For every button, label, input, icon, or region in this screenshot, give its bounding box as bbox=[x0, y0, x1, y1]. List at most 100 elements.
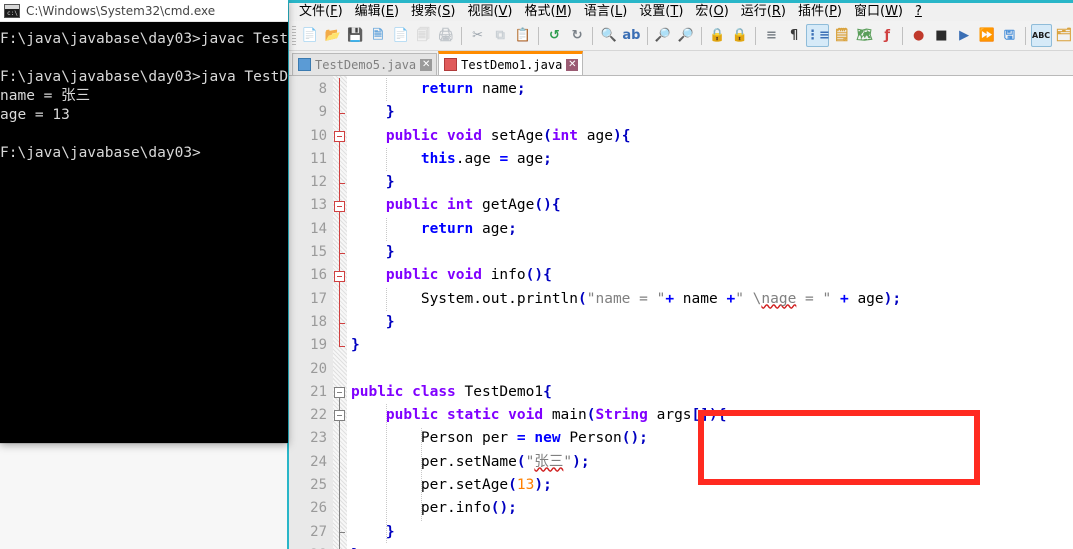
cmd-icon: c:\ bbox=[4, 3, 20, 18]
fold-collapse-box[interactable] bbox=[334, 387, 345, 399]
sync-horizontal-icon[interactable]: 🔒 bbox=[730, 24, 751, 47]
close-all-icon[interactable]: 🗐 bbox=[413, 24, 434, 47]
close-file-icon[interactable]: 📄 bbox=[390, 24, 411, 47]
zoom-out-icon[interactable]: 🔎 bbox=[675, 24, 696, 47]
code-text-area[interactable]: return name; } public void setAge(int ag… bbox=[347, 76, 1073, 549]
code-line[interactable]: Person per = new Person(); bbox=[347, 427, 1073, 450]
find-icon[interactable]: 🔍 bbox=[598, 24, 619, 47]
code-line[interactable]: System.out.println("name = "+ name +" \n… bbox=[347, 288, 1073, 311]
show-doc-map-icon[interactable]: 🗺 bbox=[854, 24, 875, 47]
macro-playmulti-icon[interactable]: ⏩ bbox=[976, 24, 997, 47]
line-number: 17 bbox=[310, 290, 327, 307]
code-line[interactable]: } bbox=[347, 241, 1073, 264]
code-line[interactable]: this.age = age; bbox=[347, 148, 1073, 171]
code-line[interactable]: } bbox=[347, 521, 1073, 544]
spell-check-icon[interactable]: ABC bbox=[1030, 24, 1052, 47]
show-all-chars-icon[interactable]: ¶ bbox=[784, 24, 805, 47]
paste-icon-glyph: 📋 bbox=[514, 28, 531, 43]
code-line[interactable]: public static void main(String args[]){ bbox=[347, 404, 1073, 427]
print-icon[interactable]: 🖨 bbox=[436, 24, 457, 47]
save-all-icon[interactable]: 🗎 bbox=[368, 24, 389, 47]
code-line[interactable]: per.setAge(13); bbox=[347, 474, 1073, 497]
code-line[interactable]: per.info(); bbox=[347, 497, 1073, 520]
fold-collapse-box[interactable] bbox=[334, 200, 345, 212]
cmd-console-output[interactable]: F:\java\javabase\day03>javac TestDemo1.j… bbox=[0, 22, 288, 443]
fold-collapse-box[interactable] bbox=[334, 410, 345, 422]
copy-icon[interactable]: ⧉ bbox=[490, 24, 511, 47]
code-line[interactable]: public int getAge(){ bbox=[347, 194, 1073, 217]
code-line[interactable]: } bbox=[347, 334, 1073, 357]
macro-stop-icon[interactable]: ■ bbox=[931, 24, 952, 47]
tab-2[interactable]: TestDemo1.java ✕ bbox=[438, 51, 584, 75]
menu-item-3[interactable]: 视图(V) bbox=[461, 3, 518, 22]
code-line[interactable] bbox=[347, 358, 1073, 381]
menu-mnemonic: F bbox=[330, 3, 338, 19]
menu-item-7[interactable]: 宏(O) bbox=[689, 3, 734, 22]
code-line[interactable]: public void info(){ bbox=[347, 264, 1073, 287]
code-line[interactable]: return name; bbox=[347, 78, 1073, 101]
code-line[interactable]: per.setName("张三"); bbox=[347, 451, 1073, 474]
macro-record-icon-glyph: ● bbox=[913, 28, 925, 43]
user-defined-dialog-icon-glyph: 🗒 bbox=[833, 28, 851, 43]
close-all-icon-glyph: 🗐 bbox=[416, 28, 430, 43]
menu-item-1[interactable]: 编辑(E) bbox=[349, 3, 405, 22]
menu-item-2[interactable]: 搜索(S) bbox=[405, 3, 461, 22]
word-wrap-icon[interactable]: ≡ bbox=[761, 24, 782, 47]
line-number: 27 bbox=[310, 523, 327, 540]
cmd-title-text: C:\Windows\System32\cmd.exe bbox=[26, 3, 216, 18]
tab-close-button[interactable]: ✕ bbox=[566, 58, 579, 71]
console-line: F:\java\javabase\day03>java TestDemo1 bbox=[0, 69, 288, 85]
code-line[interactable]: public void setAge(int age){ bbox=[347, 125, 1073, 148]
undo-icon-glyph: ↺ bbox=[549, 28, 560, 43]
line-number: 19 bbox=[310, 337, 327, 354]
zoom-in-icon[interactable]: 🔎 bbox=[653, 24, 674, 47]
menu-item-9[interactable]: 插件(P) bbox=[792, 3, 848, 22]
fold-end-corner bbox=[339, 345, 345, 347]
user-defined-dialog-icon[interactable]: 🗒 bbox=[831, 24, 852, 47]
show-all-chars-icon-glyph: ¶ bbox=[789, 28, 799, 43]
code-line[interactable]: } bbox=[347, 101, 1073, 124]
indent-guide-icon[interactable]: ⋮≡ bbox=[806, 24, 830, 47]
menu-item-6[interactable]: 设置(T) bbox=[633, 3, 689, 22]
command-prompt-window[interactable]: c:\ C:\Windows\System32\cmd.exe F:\java\… bbox=[0, 0, 288, 443]
code-line[interactable]: } bbox=[347, 171, 1073, 194]
menu-item-8[interactable]: 运行(R) bbox=[735, 3, 792, 22]
undo-icon[interactable]: ↺ bbox=[544, 24, 565, 47]
replace-icon-glyph: ab bbox=[622, 28, 641, 43]
code-line[interactable]: public class TestDemo1{ bbox=[347, 381, 1073, 404]
menu-item-0[interactable]: 文件(F) bbox=[293, 3, 349, 22]
toolbar-grip[interactable] bbox=[292, 25, 296, 46]
macro-record-icon[interactable]: ● bbox=[908, 24, 929, 47]
tab-close-button[interactable]: ✕ bbox=[420, 58, 433, 71]
menu-item-10[interactable]: 窗口(W) bbox=[848, 3, 909, 22]
fold-collapse-box[interactable] bbox=[334, 130, 345, 142]
open-file-icon[interactable]: 📂 bbox=[322, 24, 343, 47]
macro-play-icon[interactable]: ▶ bbox=[954, 24, 975, 47]
paste-icon[interactable]: 📋 bbox=[513, 24, 534, 47]
line-number: 14 bbox=[310, 220, 327, 237]
code-editor[interactable]: 8 9 10 11 12 13 14 15 16 17 18 19 20 21 22 23 24 25 26 27 28… bbox=[289, 76, 1073, 549]
line-number: 15 bbox=[310, 244, 327, 261]
folder-as-workspace-icon[interactable]: 🗂 bbox=[1054, 24, 1073, 47]
fold-collapse-box[interactable] bbox=[334, 270, 345, 282]
new-file-icon[interactable]: 📄 bbox=[300, 24, 321, 47]
menu-item-4[interactable]: 格式(M) bbox=[519, 3, 578, 22]
redo-icon[interactable]: ↻ bbox=[567, 24, 588, 47]
sync-vertical-icon[interactable]: 🔒 bbox=[707, 24, 728, 47]
fold-margin[interactable] bbox=[333, 76, 347, 549]
menu-item-11[interactable]: ? bbox=[909, 3, 928, 22]
line-number: 16 bbox=[310, 267, 327, 284]
macro-save-icon[interactable]: 🖫 bbox=[999, 24, 1020, 47]
tab-1[interactable]: TestDemo5.java ✕ bbox=[292, 53, 438, 75]
menu-item-5[interactable]: 语言(L) bbox=[578, 3, 633, 22]
cmd-title-bar[interactable]: c:\ C:\Windows\System32\cmd.exe bbox=[0, 0, 288, 22]
line-number: 23 bbox=[310, 430, 327, 447]
save-icon[interactable]: 💾 bbox=[345, 24, 366, 47]
code-line[interactable]: return age; bbox=[347, 218, 1073, 241]
code-line[interactable]: } bbox=[347, 311, 1073, 334]
cut-icon[interactable]: ✂ bbox=[467, 24, 488, 47]
function-list-icon[interactable]: ƒ bbox=[877, 24, 898, 47]
replace-icon[interactable]: ab bbox=[621, 24, 642, 47]
code-line[interactable]: } bbox=[347, 544, 1073, 549]
